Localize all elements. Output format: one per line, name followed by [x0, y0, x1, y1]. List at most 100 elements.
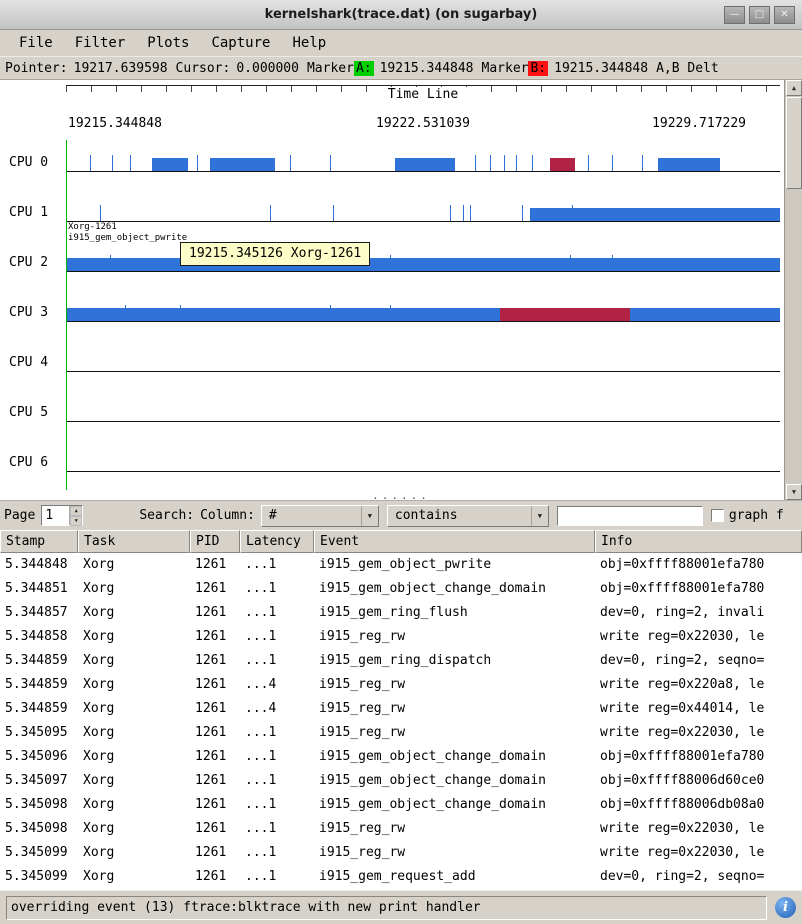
- column-header-latency[interactable]: Latency: [240, 530, 314, 553]
- event-tick[interactable]: [470, 205, 471, 221]
- table-row[interactable]: 5.344859Xorg1261...1i915_gem_ring_dispat…: [0, 649, 802, 673]
- pointer-bar: Pointer: 19217.639598 Cursor: 0.000000 M…: [0, 56, 802, 80]
- event-tick[interactable]: [333, 205, 334, 221]
- table-row[interactable]: 5.345095Xorg1261...1i915_reg_rwwrite reg…: [0, 721, 802, 745]
- task-bar[interactable]: [530, 208, 780, 221]
- event-tick[interactable]: [612, 255, 613, 271]
- spin-up-icon[interactable]: ▲: [70, 506, 82, 516]
- task-bar[interactable]: [210, 158, 275, 171]
- timeline-graph[interactable]: Time Line 19215.344848 19222.531039 1922…: [0, 80, 802, 500]
- event-tick[interactable]: [100, 205, 101, 221]
- search-input[interactable]: [557, 506, 703, 526]
- event-tick[interactable]: [270, 205, 271, 221]
- task-bar[interactable]: [66, 258, 780, 271]
- table-row[interactable]: 5.345098Xorg1261...1i915_gem_object_chan…: [0, 793, 802, 817]
- event-tick[interactable]: [130, 155, 131, 171]
- page-label: Page: [4, 508, 35, 523]
- event-tick[interactable]: [516, 155, 517, 171]
- scroll-down-icon[interactable]: ▼: [786, 484, 802, 500]
- maximize-button[interactable]: □: [749, 6, 770, 24]
- event-tick[interactable]: [197, 155, 198, 171]
- event-tick[interactable]: [450, 205, 451, 221]
- table-row[interactable]: 5.344859Xorg1261...4i915_reg_rwwrite reg…: [0, 673, 802, 697]
- event-tick[interactable]: [522, 205, 523, 221]
- info-icon[interactable]: i: [775, 897, 796, 918]
- menu-item-help[interactable]: Help: [281, 31, 337, 55]
- cpu-row[interactable]: CPU 5: [0, 390, 784, 440]
- splitter-handle[interactable]: ......: [372, 492, 430, 499]
- table-row[interactable]: 5.345099Xorg1261...1i915_gem_request_add…: [0, 865, 802, 889]
- cpu-row[interactable]: CPU 0: [0, 140, 784, 190]
- task-bar[interactable]: [152, 158, 188, 171]
- menu-item-filter[interactable]: Filter: [64, 31, 137, 55]
- menu-item-file[interactable]: File: [8, 31, 64, 55]
- event-tick[interactable]: [290, 155, 291, 171]
- marker-a-badge[interactable]: A:: [354, 61, 374, 76]
- marker-b-badge[interactable]: B:: [528, 61, 548, 76]
- task-bar[interactable]: [500, 308, 630, 321]
- event-tick[interactable]: [112, 155, 113, 171]
- event-tick[interactable]: [504, 155, 505, 171]
- table-row[interactable]: 5.345099Xorg1261...1i915_reg_rwwrite reg…: [0, 841, 802, 865]
- column-select[interactable]: # ▼: [261, 505, 379, 527]
- task-bar[interactable]: [550, 158, 575, 171]
- column-header-event[interactable]: Event: [314, 530, 595, 553]
- table-row[interactable]: 5.345097Xorg1261...1i915_gem_object_chan…: [0, 769, 802, 793]
- spin-down-icon[interactable]: ▼: [70, 516, 82, 526]
- close-button[interactable]: ✕: [774, 6, 795, 24]
- cursor-label: Cursor:: [176, 61, 231, 76]
- table-row[interactable]: 5.344858Xorg1261...1i915_reg_rwwrite reg…: [0, 625, 802, 649]
- column-header-stamp[interactable]: Stamp: [0, 530, 78, 553]
- table-row[interactable]: 5.344857Xorg1261...1i915_gem_ring_flushd…: [0, 601, 802, 625]
- event-tick[interactable]: [180, 305, 181, 321]
- match-select[interactable]: contains ▼: [387, 505, 549, 527]
- event-tick[interactable]: [475, 155, 476, 171]
- table-cell: 1261: [190, 721, 240, 745]
- table-cell: write reg=0x44014, le: [595, 697, 802, 721]
- graph-follows-checkbox[interactable]: [711, 509, 724, 522]
- timeline-scrollbar[interactable]: ▲ ▼: [784, 80, 802, 500]
- page-spinner[interactable]: 1 ▲ ▼: [41, 505, 83, 526]
- table-row[interactable]: 5.345096Xorg1261...1i915_gem_object_chan…: [0, 745, 802, 769]
- table-row[interactable]: 5.344859Xorg1261...4i915_reg_rwwrite reg…: [0, 697, 802, 721]
- cpu-label: CPU 1: [9, 205, 48, 220]
- event-tick[interactable]: [642, 155, 643, 171]
- event-tick[interactable]: [90, 155, 91, 171]
- cpu-row[interactable]: CPU 2: [0, 240, 784, 290]
- event-tick[interactable]: [330, 305, 331, 321]
- event-tick[interactable]: [570, 255, 571, 271]
- event-tick[interactable]: [125, 305, 126, 321]
- cpu-row[interactable]: CPU 6: [0, 440, 784, 490]
- event-tick[interactable]: [463, 205, 464, 221]
- table-row[interactable]: 5.345098Xorg1261...1i915_reg_rwwrite reg…: [0, 817, 802, 841]
- event-tick[interactable]: [588, 155, 589, 171]
- event-tick[interactable]: [390, 305, 391, 321]
- event-tick[interactable]: [110, 255, 111, 271]
- menu-item-plots[interactable]: Plots: [136, 31, 200, 55]
- event-tick[interactable]: [390, 255, 391, 271]
- task-bar[interactable]: [658, 158, 720, 171]
- column-header-task[interactable]: Task: [78, 530, 190, 553]
- cpu-row[interactable]: CPU 4: [0, 340, 784, 390]
- cpu-baseline: [66, 271, 780, 272]
- event-tick[interactable]: [612, 155, 613, 171]
- column-header-info[interactable]: Info: [595, 530, 802, 553]
- task-bar[interactable]: [395, 158, 455, 171]
- event-tick[interactable]: [572, 205, 573, 221]
- event-tick[interactable]: [490, 155, 491, 171]
- marker-a-line[interactable]: [66, 140, 67, 490]
- event-tick[interactable]: [330, 155, 331, 171]
- menu-item-capture[interactable]: Capture: [200, 31, 281, 55]
- scrollbar-thumb[interactable]: [786, 97, 802, 189]
- table-cell: 5.344857: [0, 601, 78, 625]
- table-row[interactable]: 5.344848Xorg1261...1i915_gem_object_pwri…: [0, 553, 802, 577]
- cpu-row[interactable]: CPU 3: [0, 290, 784, 340]
- scroll-up-icon[interactable]: ▲: [786, 80, 802, 96]
- task-bar[interactable]: [66, 308, 780, 321]
- minimize-button[interactable]: —: [724, 6, 745, 24]
- table-row[interactable]: 5.344851Xorg1261...1i915_gem_object_chan…: [0, 577, 802, 601]
- cursor-value: 0.000000: [236, 61, 299, 76]
- event-tick[interactable]: [532, 155, 533, 171]
- page-value[interactable]: 1: [42, 506, 69, 525]
- column-header-pid[interactable]: PID: [190, 530, 240, 553]
